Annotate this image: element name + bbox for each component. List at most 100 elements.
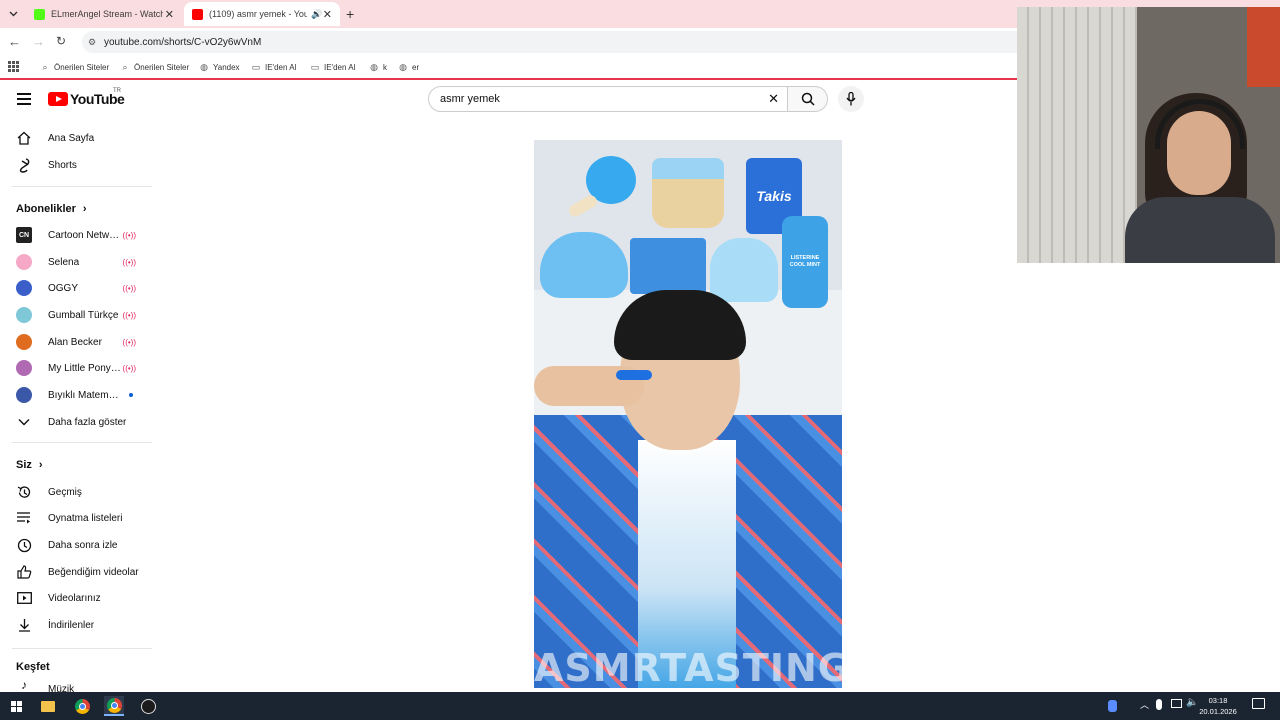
shorts-video-player[interactable]: Takis LISTERINE COOL MINT ASMRTASTING	[534, 140, 842, 688]
globe-icon: ◍	[370, 61, 378, 72]
bookmark-item[interactable]: ◍ Yandex	[199, 59, 240, 75]
chrome-active-icon[interactable]	[104, 696, 124, 716]
tab-elmerangel[interactable]: ELmerAngel Stream - Watch Live ✕	[26, 2, 182, 26]
explore-title: Keşfet	[16, 661, 50, 673]
clock-date: 20.01.2026	[1199, 707, 1237, 716]
tab-list-button[interactable]	[5, 6, 21, 22]
sidebar-item-history[interactable]: Geçmiş	[0, 479, 152, 505]
close-icon[interactable]: ✕	[323, 8, 332, 21]
channel-name: Bıyıklı Matematik	[48, 389, 124, 401]
sidebar-item-label: Videolarınız	[48, 592, 101, 604]
search-icon: ⌕	[122, 61, 128, 72]
live-icon: ((•))	[122, 257, 136, 267]
avatar	[16, 387, 32, 403]
speaker-icon[interactable]: 🔊	[311, 9, 322, 20]
bookmark-item[interactable]: ⌕ Önerilen Siteler	[40, 59, 109, 75]
close-icon[interactable]: ✕	[165, 8, 174, 21]
file-explorer-icon[interactable]	[38, 696, 58, 716]
bookmark-label: Önerilen Siteler	[134, 62, 190, 72]
sidebar-item-downloads[interactable]: İndirilenler	[0, 612, 152, 638]
avatar	[16, 307, 32, 323]
search-value: asmr yemek	[440, 93, 500, 105]
streamer-webcam-overlay	[1017, 7, 1280, 263]
new-tab-button[interactable]: +	[346, 6, 354, 22]
sidebar-channel[interactable]: Selena ((•))	[0, 249, 152, 275]
sidebar-item-watch-later[interactable]: Daha sonra izle	[0, 532, 152, 558]
country-code: TR	[113, 88, 121, 94]
new-content-dot	[129, 393, 133, 397]
bookmark-item[interactable]: ▭ IE'den Al	[251, 59, 297, 75]
bookmark-item[interactable]: ▭ IE'den Al	[310, 59, 356, 75]
network-icon[interactable]	[1171, 699, 1182, 708]
bookmark-item[interactable]: ⌕ Önerilen Siteler	[120, 59, 189, 75]
youtube-logo-icon[interactable]	[48, 92, 68, 106]
globe-icon: ◍	[200, 61, 208, 72]
chrome-icon[interactable]	[72, 696, 92, 716]
bookmark-item[interactable]: ◍ er	[398, 59, 419, 75]
blue-candy	[616, 370, 652, 380]
you-heading[interactable]: Siz ›	[16, 459, 43, 471]
tab-youtube[interactable]: (1109) asmr yemek - YouTube 🔊 ✕	[184, 2, 340, 26]
tab-title: ELmerAngel Stream - Watch Live	[51, 9, 163, 19]
window-blinds	[1017, 7, 1137, 263]
sidebar-item-label: Daha sonra izle	[48, 539, 118, 551]
sidebar-channel[interactable]: OGGY ((•))	[0, 275, 152, 301]
sidebar-divider	[12, 186, 152, 187]
avatar	[16, 334, 32, 350]
sidebar-channel[interactable]: My Little Pony - ... ((•))	[0, 355, 152, 381]
sidebar-item-label: Ana Sayfa	[48, 132, 95, 144]
clock-time: 03:18	[1208, 696, 1228, 705]
home-icon	[16, 130, 32, 146]
search-input[interactable]: asmr yemek ✕	[428, 86, 788, 112]
bookmark-item[interactable]: ◍ k	[369, 59, 387, 75]
channel-name: My Little Pony - ...	[48, 362, 123, 374]
subscriptions-heading[interactable]: Abonelikler ›	[16, 203, 87, 215]
sidebar-channel[interactable]: CN Cartoon Network... ((•))	[0, 222, 152, 248]
chevron-right-icon: ›	[38, 459, 43, 471]
avatar	[16, 254, 32, 270]
sidebar-item-label: Müzik	[48, 684, 75, 692]
sidebar-divider	[12, 648, 152, 649]
sidebar-item-music[interactable]: ♪ Müzik	[0, 677, 152, 692]
search-button[interactable]	[788, 86, 828, 112]
playlist-icon	[16, 510, 32, 526]
sidebar-channel[interactable]: Alan Becker ((•))	[0, 329, 152, 355]
notification-icon[interactable]	[1252, 698, 1265, 709]
shorts-icon	[16, 157, 32, 173]
live-icon: ((•))	[122, 363, 136, 373]
menu-icon[interactable]	[17, 93, 31, 105]
voice-search-button[interactable]	[838, 86, 864, 112]
wall-poster	[1247, 7, 1280, 87]
forward-button[interactable]: →	[32, 34, 45, 49]
globe-icon: ◍	[399, 61, 407, 72]
thumbs-up-icon	[16, 564, 32, 580]
chevron-right-icon: ›	[82, 203, 87, 215]
sidebar-channel[interactable]: Bıyıklı Matematik	[0, 382, 152, 408]
microphone-tray-icon[interactable]	[1156, 699, 1162, 710]
sidebar-item-home[interactable]: Ana Sayfa	[0, 125, 152, 151]
music-icon: ♪	[21, 678, 27, 692]
windows-start-icon[interactable]	[6, 696, 26, 716]
live-icon: ((•))	[122, 337, 136, 347]
system-clock[interactable]: 03:18 20.01.2026	[1196, 695, 1240, 717]
sidebar-item-shorts[interactable]: Shorts	[0, 152, 152, 178]
bookmark-label: IE'den Al	[265, 62, 297, 72]
sidebar-item-your-videos[interactable]: Videolarınız	[0, 585, 152, 611]
sidebar-item-playlists[interactable]: Oynatma listeleri	[0, 505, 152, 531]
clear-search-icon[interactable]: ✕	[768, 91, 779, 107]
reload-button[interactable]: ↻	[56, 34, 66, 48]
sidebar-item-label: İndirilenler	[48, 619, 95, 631]
bookmark-label: Yandex	[213, 62, 240, 72]
obs-icon[interactable]	[138, 696, 158, 716]
microphone-icon	[846, 92, 856, 106]
live-icon: ((•))	[122, 310, 136, 320]
apps-icon[interactable]	[8, 61, 19, 72]
tray-app-icon[interactable]	[1108, 700, 1117, 712]
site-info-icon[interactable]: ⚙	[88, 37, 96, 48]
show-hidden-icons[interactable]: ︿	[1140, 698, 1149, 711]
show-more-button[interactable]: Daha fazla göster	[0, 409, 152, 435]
sidebar-channel[interactable]: Gumball Türkçe ((•))	[0, 302, 152, 328]
sidebar-item-liked-videos[interactable]: Beğendiğim videolar	[0, 559, 152, 585]
back-button[interactable]: ←	[8, 34, 21, 49]
channel-name: Gumball Türkçe	[48, 309, 119, 321]
